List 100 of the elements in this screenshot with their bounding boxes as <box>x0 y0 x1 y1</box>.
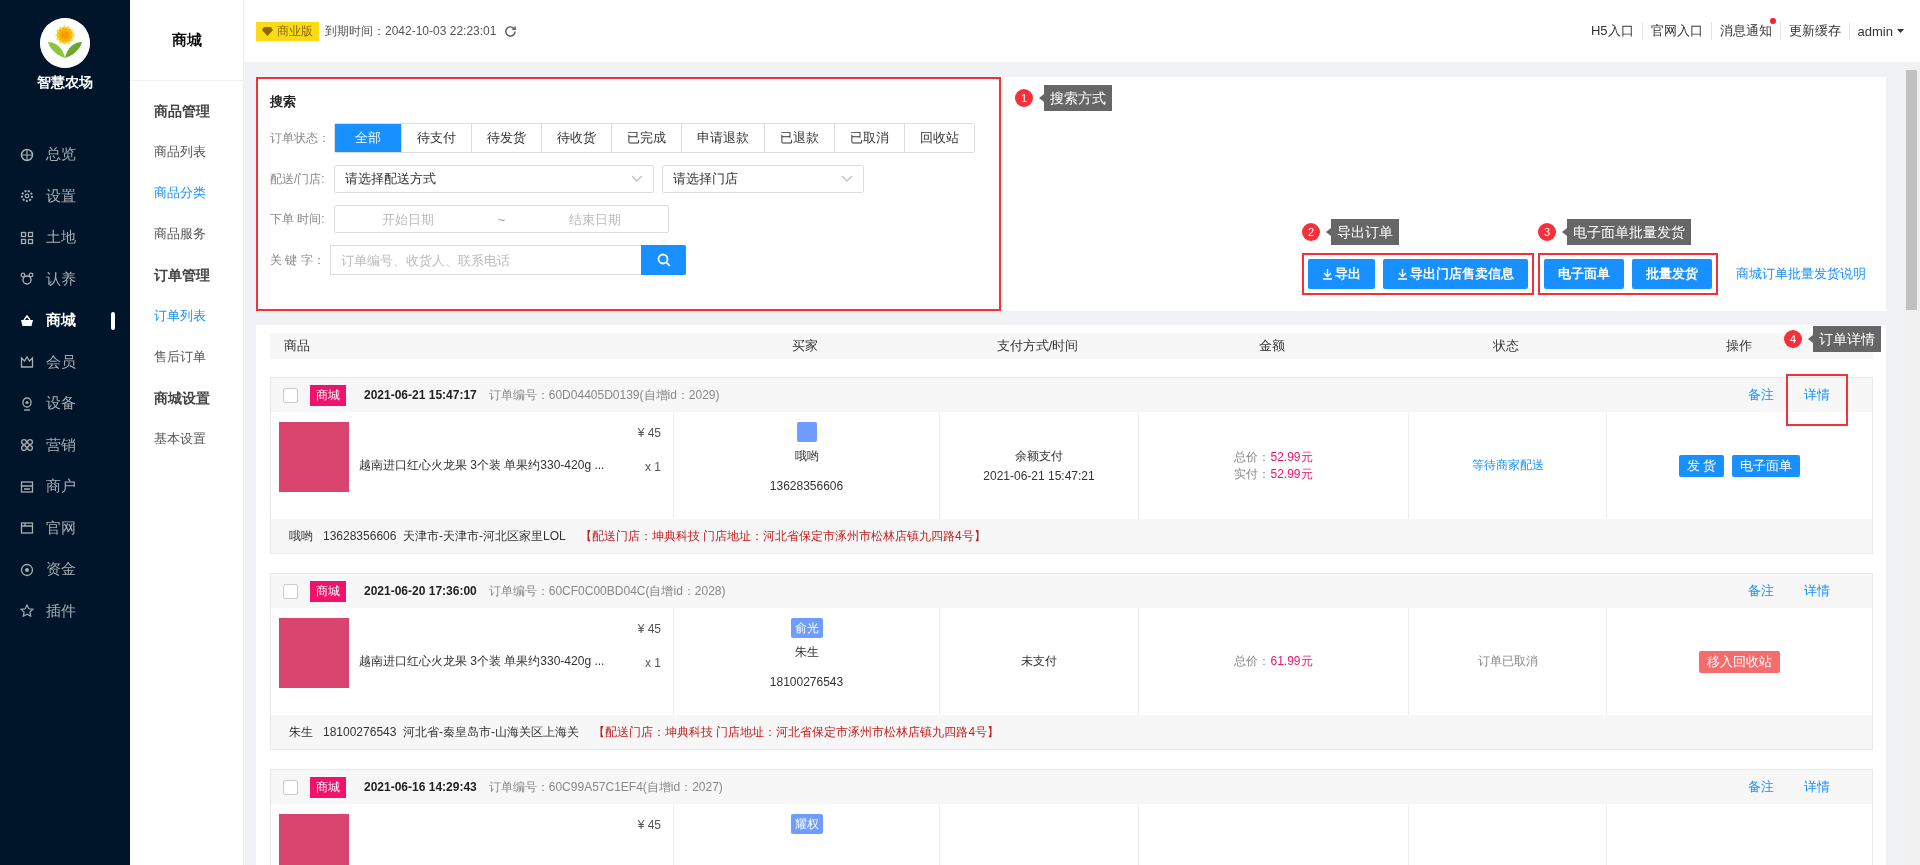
product-name: 越南进口红心火龙果 3个装 单果约330-420g ... <box>359 457 606 474</box>
order-tag: 商城 <box>310 776 346 798</box>
column-header: 状态 <box>1493 337 1519 355</box>
basket-icon <box>20 313 34 328</box>
store-address: 【配送门店：坤典科技 门店地址：河北省保定市涿州市松林店镇九四路4号】 <box>593 723 1000 741</box>
nav-item[interactable]: 资金 <box>0 549 130 591</box>
grid-icon <box>20 230 34 245</box>
search-button[interactable] <box>641 245 686 275</box>
gear-icon <box>20 189 34 204</box>
submenu-group-title: 商城设置 <box>153 389 211 408</box>
nav-item[interactable]: 总览 <box>0 134 130 176</box>
submenu-item[interactable]: 基本设置 <box>130 419 243 460</box>
crown-icon <box>20 355 34 370</box>
search-title: 搜索 <box>270 93 297 111</box>
buyer-tag: 俞光 <box>790 618 823 638</box>
submenu-item[interactable]: 商品列表 <box>130 132 243 173</box>
product-price: ¥ 45 <box>637 622 661 636</box>
buyer-name: 哦哟 <box>794 448 819 465</box>
delivery-contact: 朱生 18100276543 河北省-秦皇岛市-山海关区上海关 <box>289 723 580 741</box>
checkbox[interactable] <box>283 387 298 403</box>
search-icon <box>656 253 671 267</box>
buyer-tag: 耀权 <box>790 814 823 834</box>
sunflower-logo <box>40 18 90 68</box>
payment-method: 余额支付 <box>1015 448 1063 465</box>
nav-item[interactable]: 官网 <box>0 507 130 549</box>
keyword-field[interactable]: 订单编号、收货人、联系电话 <box>330 245 641 275</box>
user-menu[interactable]: admin <box>1849 23 1904 39</box>
nav-item[interactable]: 插件 <box>0 590 130 632</box>
order-tag: 商城 <box>310 580 346 602</box>
top-link[interactable]: 官网入口 <box>1642 22 1712 40</box>
amount-text: 总价：52.99元 <box>1234 448 1313 466</box>
field-label: 订单状态： <box>270 129 331 147</box>
product-price: ¥ 45 <box>637 818 661 832</box>
callout-number: 3 <box>1538 223 1556 241</box>
order-number: 订单编号：60CF0C00BD04C(自增id：2028) <box>488 582 726 600</box>
product-name: 越南进口红心火龙果 3个装 单果约330-420g ... <box>359 653 606 670</box>
end-date-field[interactable]: 结束日期 <box>537 210 652 228</box>
diamond-icon <box>262 26 273 36</box>
submenu-item[interactable]: 商品服务 <box>130 214 243 255</box>
target-icon <box>20 562 34 577</box>
callout-number: 1 <box>1015 89 1033 107</box>
delivery-select[interactable]: 请选择配送方式 <box>334 165 654 193</box>
submenu-group-title: 订单管理 <box>152 266 211 285</box>
chevron-icon <box>841 175 853 183</box>
buyer-phone: 18100276543 <box>769 675 844 689</box>
column-header: 商品 <box>284 337 310 355</box>
column-header: 操作 <box>1726 337 1752 355</box>
nav-item[interactable]: 商户 <box>0 466 130 508</box>
callout-tooltip: 搜索方式 <box>1039 85 1112 111</box>
nav-item[interactable]: 认养 <box>0 258 130 300</box>
range-separator: ~ <box>497 211 506 227</box>
buyer-name: 朱生 <box>794 644 819 661</box>
refresh-icon[interactable] <box>504 24 518 38</box>
product-quantity: x 1 <box>645 656 661 670</box>
nav-item[interactable]: 会员 <box>0 341 130 383</box>
order-time: 2021-06-20 17:36:00 <box>364 584 477 598</box>
amount-text: 总价：61.99元 <box>1234 653 1313 670</box>
order-tag: 商城 <box>310 384 346 406</box>
payment-method: 未支付 <box>1021 653 1057 670</box>
order-time: 2021-06-21 15:47:17 <box>364 388 477 402</box>
top-link[interactable]: H5入口 <box>1582 22 1643 40</box>
store-icon <box>20 479 34 494</box>
photo-placeholder <box>279 814 349 865</box>
store-address: 【配送门店：坤典科技 门店地址：河北省保定市涿州市松林店镇九四路4号】 <box>579 527 986 545</box>
submenu-group-title: 商品管理 <box>153 102 211 121</box>
order-number: 订单编号：60C99A57C1EF4(自增id：2027) <box>488 778 723 796</box>
bear-icon <box>20 272 34 287</box>
download-icon <box>1397 268 1408 280</box>
top-link[interactable]: 更新缓存 <box>1780 22 1850 40</box>
caret-icon <box>1897 29 1904 33</box>
chevron-icon <box>631 175 643 183</box>
dial-icon <box>20 147 34 162</box>
callout-tooltip: 导出订单 <box>1326 219 1399 245</box>
column-header: 金额 <box>1259 337 1285 355</box>
nav-item[interactable]: 设备 <box>0 383 130 425</box>
payment-time: 2021-06-21 15:47:21 <box>983 469 1095 483</box>
nav-item[interactable]: 设置 <box>0 175 130 217</box>
store-select[interactable]: 请选择门店 <box>662 165 864 193</box>
checkbox[interactable] <box>283 779 298 795</box>
top-link[interactable]: 消息通知 <box>1711 22 1781 40</box>
scrollbar[interactable] <box>1903 62 1920 865</box>
download-icon <box>1322 268 1333 280</box>
nav-item[interactable]: 商城 <box>0 300 130 342</box>
order-time: 2021-06-16 14:29:43 <box>364 780 477 794</box>
order-status: 订单已取消 <box>1477 653 1538 670</box>
start-date-field[interactable]: 开始日期 <box>351 210 466 228</box>
photo-placeholder <box>279 618 349 688</box>
delivery-contact: 哦哟 13628356606 天津市-天津市-河北区家里LOL <box>289 527 566 545</box>
nav-item[interactable]: 土地 <box>0 217 130 259</box>
nav-item[interactable]: 营销 <box>0 424 130 466</box>
column-header: 买家 <box>792 337 818 355</box>
callout-tooltip: 电子面单批量发货 <box>1562 219 1691 245</box>
window-icon <box>20 521 34 536</box>
order-status: 等待商家配送 <box>1471 457 1544 474</box>
submenu-item[interactable]: 售后订单 <box>130 337 243 378</box>
callout-tooltip: 订单详情 <box>1808 326 1881 352</box>
checkbox[interactable] <box>283 583 298 599</box>
photo-placeholder <box>279 422 349 492</box>
expiry-text: 到期时间：2042-10-03 22:23:01 <box>325 22 497 40</box>
buyer-phone: 13628356606 <box>769 479 844 493</box>
